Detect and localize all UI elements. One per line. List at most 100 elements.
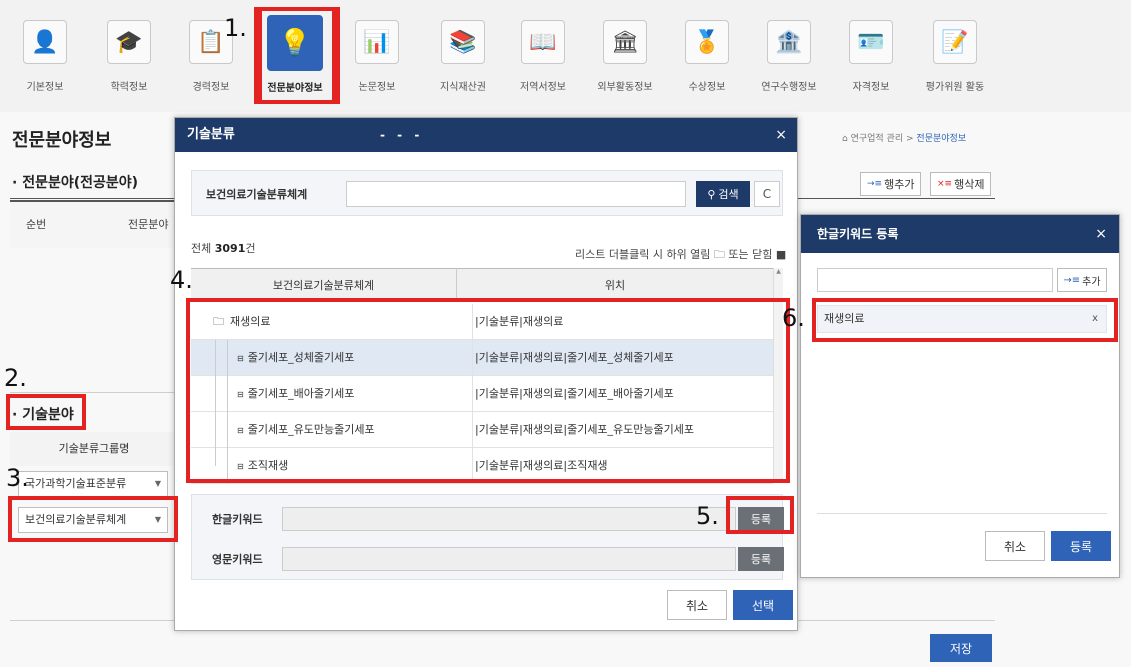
nav-item-external[interactable]: 🏛 외부활동정보 bbox=[590, 12, 660, 102]
section-expertise-title: 전문분야(전공분야) bbox=[22, 175, 139, 191]
annotation-5: 5. bbox=[696, 502, 719, 530]
column-separator bbox=[472, 448, 473, 484]
id-card-icon: 🪪 bbox=[849, 20, 893, 64]
cancel-button[interactable]: 취소 bbox=[667, 590, 727, 620]
list-hint: 리스트 더블클릭 시 하위 열림 🗀 또는 닫힘 ■ bbox=[575, 248, 787, 261]
tech-classification-modal: 기술분류 - - - × 보건의료기술분류체계 ⚲ 검색 C 전체 3091건 리… bbox=[174, 117, 798, 631]
tree-row-name: ⊟ 줄기세포_성체줄기세포 bbox=[237, 340, 354, 377]
tree-row-label: 줄기세포_성체줄기세포 bbox=[247, 351, 355, 364]
nav-item-education[interactable]: 🎓 학력정보 bbox=[94, 12, 164, 102]
nav-item-ip[interactable]: 📚 지식재산권 bbox=[428, 12, 498, 102]
section-expertise: · 전문분야(전공분야) bbox=[12, 175, 139, 191]
nav-item-expertise[interactable]: 💡 전문분야정보 bbox=[254, 7, 336, 104]
select-value: 보건의료기술분류체계 bbox=[25, 513, 127, 526]
tech-classification-select-1[interactable]: 국가과학기술표준분류 ▼ bbox=[18, 471, 168, 497]
nav-label: 학력정보 bbox=[110, 82, 148, 93]
top-icon-nav: 👤 기본정보 🎓 학력정보 📋 경력정보 💡 전문분야정보 📊 논문정보 📚 지… bbox=[0, 0, 1131, 112]
cancel-button[interactable]: 취소 bbox=[985, 531, 1045, 561]
home-icon: ⌂ bbox=[842, 134, 851, 144]
close-icon[interactable]: × bbox=[775, 118, 787, 152]
graduation-cap-icon: 🎓 bbox=[107, 20, 151, 64]
korean-keyword-modal: 한글키워드 등록 × →≡ 추가 재생의료 x 취소 등록 bbox=[800, 214, 1120, 578]
tree-row-path: |기술분류|재생의료|줄기세포_배아줄기세포 bbox=[475, 387, 674, 400]
annotation-2: 2. bbox=[4, 364, 27, 392]
search-button-label: 검색 bbox=[718, 188, 739, 201]
search-bar: 보건의료기술분류체계 ⚲ 검색 C bbox=[191, 170, 783, 216]
search-label: 보건의료기술분류체계 bbox=[206, 188, 308, 201]
breadcrumb: ⌂ 연구업적 관리 > 전문분야정보 bbox=[842, 131, 966, 144]
nav-item-license[interactable]: 🪪 자격정보 bbox=[836, 12, 906, 102]
close-icon[interactable]: × bbox=[1095, 215, 1107, 253]
delete-row-button[interactable]: ×≡ 행삭제 bbox=[930, 172, 992, 196]
nav-label: 전문분야정보 bbox=[267, 83, 323, 94]
divider bbox=[817, 513, 1107, 514]
search-input[interactable] bbox=[346, 181, 686, 207]
column-separator bbox=[472, 304, 473, 340]
scroll-up-icon[interactable]: ▲ bbox=[774, 268, 783, 275]
section-tech-title: 기술분야 bbox=[22, 407, 74, 423]
total-count: 전체 3091건 bbox=[191, 240, 256, 256]
nav-item-papers[interactable]: 📊 논문정보 bbox=[342, 12, 412, 102]
person-icon: 👤 bbox=[23, 20, 67, 64]
column-separator bbox=[472, 340, 473, 376]
add-row-icon: →≡ bbox=[867, 179, 883, 189]
leaf-icon: ⊟ bbox=[237, 390, 244, 399]
tree-row-path: |기술분류|재생의료 bbox=[475, 315, 564, 328]
page-title: 전문분야정보 bbox=[12, 130, 112, 151]
nav-item-books[interactable]: 📖 저역서정보 bbox=[508, 12, 578, 102]
add-keyword-button[interactable]: →≡ 추가 bbox=[1057, 268, 1107, 292]
remove-keyword-icon[interactable]: x bbox=[1092, 306, 1098, 332]
divider bbox=[10, 392, 180, 393]
tree-row-name: ⊟ 줄기세포_유도만능줄기세포 bbox=[237, 412, 375, 449]
english-keyword-register-button[interactable]: 등록 bbox=[738, 547, 784, 571]
tree-row[interactable]: ⊟ 줄기세포_배아줄기세포 |기술분류|재생의료|줄기세포_배아줄기세포 bbox=[191, 376, 773, 412]
delete-row-label: 행삭제 bbox=[954, 178, 985, 191]
tree-row[interactable]: ⊟ 줄기세포_유도만능줄기세포 |기술분류|재생의료|줄기세포_유도만능줄기세포 bbox=[191, 412, 773, 448]
breadcrumb-separator: > bbox=[906, 134, 914, 144]
column-separator bbox=[472, 376, 473, 412]
medal-icon: 🏅 bbox=[685, 20, 729, 64]
nav-label: 외부활동정보 bbox=[597, 82, 653, 93]
english-keyword-field[interactable] bbox=[282, 547, 736, 571]
nav-item-research[interactable]: 🏦 연구수행정보 bbox=[754, 12, 824, 102]
nav-item-basic-info[interactable]: 👤 기본정보 bbox=[10, 12, 80, 102]
leaf-icon: ⊟ bbox=[237, 354, 244, 363]
tree-row-path: |기술분류|재생의료|줄기세포_성체줄기세포 bbox=[475, 351, 674, 364]
tree-row-label: 조직재생 bbox=[247, 459, 289, 472]
tree-row[interactable]: ⊟ 줄기세포_성체줄기세포 |기술분류|재생의료|줄기세포_성체줄기세포 bbox=[191, 340, 773, 376]
leaf-icon: ⊟ bbox=[237, 426, 244, 435]
tech-classification-select-2[interactable]: 보건의료기술분류체계 ▼ bbox=[18, 507, 168, 533]
tree-row-label: 줄기세포_유도만능줄기세포 bbox=[247, 423, 375, 436]
nav-label: 평가위원 활동 bbox=[925, 82, 985, 93]
tree-row-label: 재생의료 bbox=[230, 315, 271, 328]
tree-row[interactable]: ⊟ 조직재생 |기술분류|재생의료|조직재생 bbox=[191, 448, 773, 484]
search-button[interactable]: ⚲ 검색 bbox=[696, 181, 750, 207]
register-button[interactable]: 등록 bbox=[1051, 531, 1111, 561]
refresh-button[interactable]: C bbox=[754, 181, 780, 207]
nav-label: 자격정보 bbox=[852, 82, 890, 93]
nav-item-reviewer[interactable]: 📝 평가위원 활동 bbox=[920, 12, 990, 102]
building-icon: 🏛 bbox=[603, 20, 647, 64]
breadcrumb-home[interactable]: 연구업적 관리 bbox=[851, 134, 904, 144]
korean-keyword-register-button[interactable]: 등록 bbox=[738, 507, 784, 531]
checklist-icon: 📝 bbox=[933, 20, 977, 64]
keyword-input[interactable] bbox=[817, 268, 1053, 292]
nav-label: 경력정보 bbox=[192, 82, 230, 93]
select-button[interactable]: 선택 bbox=[733, 590, 793, 620]
nav-item-awards[interactable]: 🏅 수상정보 bbox=[672, 12, 742, 102]
korean-keyword-field[interactable] bbox=[282, 507, 736, 531]
nav-label: 지식재산권 bbox=[440, 82, 486, 93]
modal2-title: 한글키워드 등록 bbox=[817, 227, 899, 241]
nav-label: 기본정보 bbox=[26, 82, 64, 93]
add-icon: →≡ bbox=[1063, 274, 1081, 286]
modal-title: 기술분류 bbox=[187, 127, 235, 142]
add-keyword-label: 추가 bbox=[1082, 276, 1101, 288]
save-button[interactable]: 저장 bbox=[930, 634, 992, 662]
column-separator bbox=[472, 412, 473, 448]
institution-icon: 🏦 bbox=[767, 20, 811, 64]
tree-row[interactable]: 🗀 재생의료 |기술분류|재생의료 bbox=[191, 304, 773, 340]
grid-scrollbar[interactable]: ▲ bbox=[773, 268, 783, 483]
add-row-button[interactable]: →≡ 행추가 bbox=[860, 172, 922, 196]
tech-group-header: 기술분류그룹명 bbox=[10, 432, 178, 466]
delete-row-icon: ×≡ bbox=[937, 179, 953, 189]
